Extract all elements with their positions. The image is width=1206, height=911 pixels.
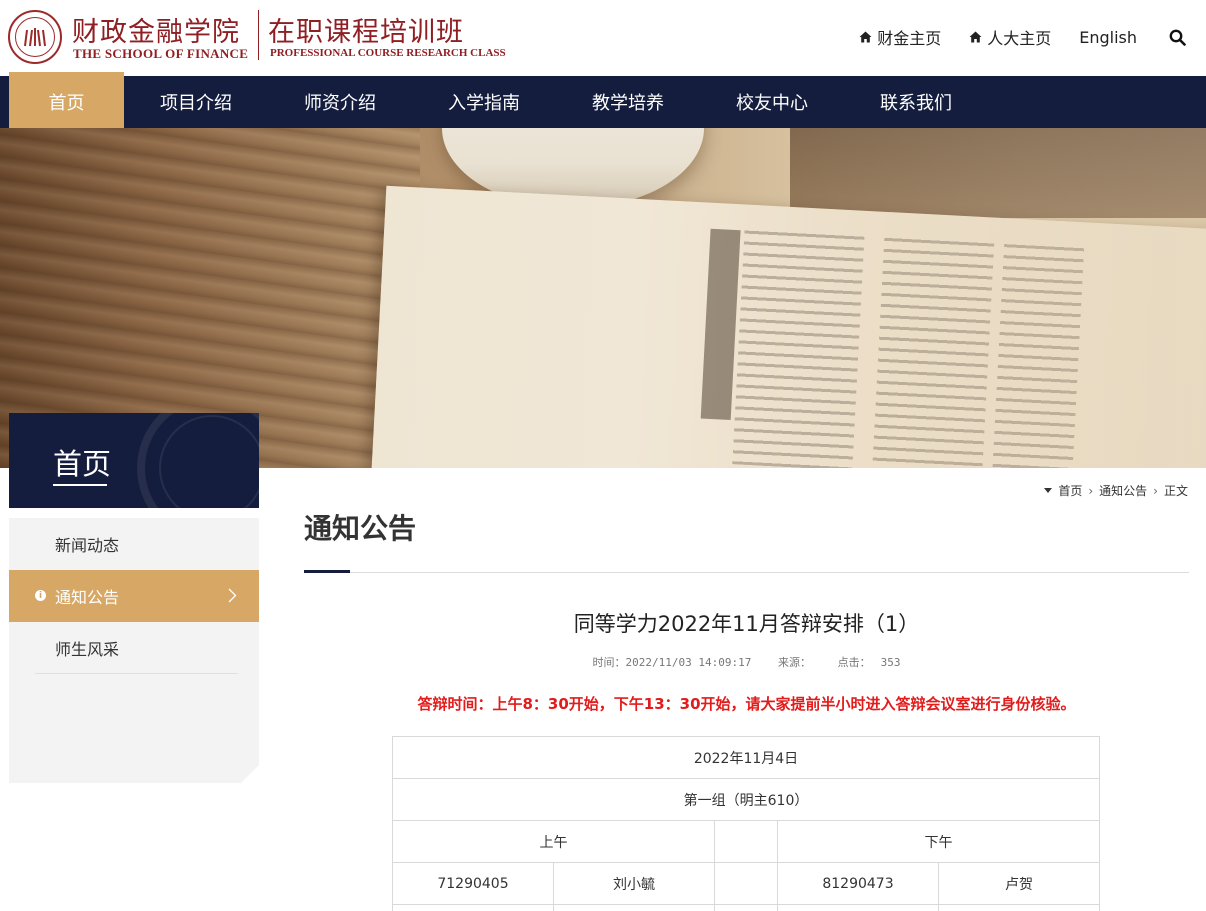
table-row: 71290405 刘小毓 81290473 卢贺 — [392, 862, 1100, 905]
nav-item-teaching[interactable]: 教学培养 — [556, 76, 700, 128]
program-name-en[interactable]: PROFESSIONAL COURSE RESEARCH CLASS — [270, 47, 506, 59]
sidebar-corner-cut — [241, 765, 259, 783]
sidebar-menu: 新闻动态 i 通知公告 师生风采 — [9, 518, 259, 783]
sidebar-item-gallery[interactable]: 师生风采 — [9, 622, 259, 674]
sidebar-title: 首页 — [53, 447, 112, 481]
article-time: 时间：2022/11/03 14:09:17 — [592, 656, 752, 669]
sidebar-item-notices[interactable]: i 通知公告 — [9, 570, 259, 622]
search-button[interactable] — [1169, 29, 1186, 46]
ruc-home-label: 人大主页 — [987, 29, 1052, 48]
chevron-right-icon — [228, 588, 237, 607]
top-links: 财金主页 人大主页 English — [831, 25, 1186, 49]
empty-cell — [714, 862, 778, 905]
caret-down-icon — [1044, 488, 1053, 493]
table-cell — [553, 904, 715, 911]
empty-cell — [714, 820, 778, 863]
table-row: 第一组（明主610） — [392, 778, 1100, 821]
sidebar-item-label: 通知公告 — [55, 588, 120, 607]
nav-items: 首页 项目介绍 师资介绍 入学指南 教学培养 校友中心 联系我们 — [9, 72, 988, 128]
sidebar-divider — [35, 673, 238, 674]
table-row: 2022年11月4日 — [392, 736, 1100, 779]
table-row: 上午 下午 — [392, 820, 1100, 863]
afternoon-student-id: 81290473 — [777, 862, 939, 905]
table-cell — [777, 904, 939, 911]
program-name-cn[interactable]: 在职课程培训班 — [268, 10, 464, 49]
nav-item-alumni[interactable]: 校友中心 — [700, 76, 844, 128]
table-cell — [714, 904, 778, 911]
sidebar-item-label: 师生风采 — [55, 640, 120, 659]
breadcrumb-separator: › — [1153, 483, 1158, 498]
breadcrumb-separator: › — [1088, 483, 1094, 498]
home-icon — [969, 28, 982, 47]
nav-item-program-intro[interactable]: 项目介绍 — [124, 76, 268, 128]
defense-time-notice: 答辩时间：上午8：30开始，下午13：30开始，请大家提前半小时进入答辩会议室进… — [417, 695, 1076, 713]
afternoon-student-name: 卢贺 — [938, 862, 1100, 905]
morning-header: 上午 — [392, 820, 715, 863]
section-divider — [304, 572, 1189, 573]
main-nav: 首页 项目介绍 师资介绍 入学指南 教学培养 校友中心 联系我们 — [0, 72, 1206, 128]
article-clicks: 353 — [880, 656, 901, 669]
ruc-home-link[interactable]: 人大主页 — [969, 25, 1051, 49]
schedule-date: 2022年11月4日 — [392, 736, 1100, 779]
finance-home-label: 财金主页 — [877, 29, 942, 48]
search-icon — [1169, 29, 1186, 46]
morning-student-id: 71290405 — [392, 862, 554, 905]
home-icon — [859, 28, 872, 47]
table-cell — [938, 904, 1100, 911]
sidebar-item-label: 新闻动态 — [55, 536, 120, 555]
defense-schedule-table: 2022年11月4日 第一组（明主610） 上午 下午 71290405 刘小毓… — [392, 736, 1100, 911]
english-link[interactable]: English — [1079, 28, 1137, 47]
breadcrumb-notices[interactable]: 通知公告 — [1099, 482, 1147, 499]
breadcrumb-home[interactable]: 首页 — [1058, 482, 1082, 499]
schedule-group: 第一组（明主610） — [392, 778, 1100, 821]
logo-divider — [258, 10, 259, 60]
sidebar-item-news[interactable]: 新闻动态 — [9, 518, 259, 570]
nav-item-contact[interactable]: 联系我们 — [844, 76, 988, 128]
info-icon: i — [35, 590, 46, 601]
section-title: 通知公告 — [304, 512, 417, 545]
afternoon-header: 下午 — [777, 820, 1100, 863]
morning-student-name: 刘小毓 — [553, 862, 715, 905]
article-source: 来源： — [777, 656, 811, 669]
seal-emblem-icon — [24, 28, 46, 47]
school-name-cn[interactable]: 财政金融学院 — [72, 10, 240, 49]
nav-item-faculty[interactable]: 师资介绍 — [268, 76, 412, 128]
site-header: 财政金融学院 THE SCHOOL OF FINANCE 在职课程培训班 PRO… — [0, 0, 1206, 76]
breadcrumb: 首页 › 通知公告 › 正文 — [1044, 482, 1188, 499]
article-meta: 时间：2022/11/03 14:09:17 来源： 点击： 353 — [304, 654, 1189, 670]
sidebar-title-box: 首页 — [9, 413, 259, 508]
sidebar-title-underline — [53, 484, 107, 486]
table-row — [392, 904, 1100, 911]
article-clicks-label: 点击： — [837, 656, 871, 669]
nav-item-home[interactable]: 首页 — [9, 72, 124, 128]
seal-inner-ring — [15, 17, 55, 57]
university-seal-logo[interactable] — [8, 10, 62, 64]
section-divider-accent — [304, 570, 350, 573]
article-title: 同等学力2022年11月答辩安排（1） — [573, 612, 920, 636]
table-cell — [392, 904, 554, 911]
school-name-en[interactable]: THE SCHOOL OF FINANCE — [73, 46, 248, 62]
breadcrumb-current: 正文 — [1163, 484, 1188, 498]
nav-item-admissions[interactable]: 入学指南 — [412, 76, 556, 128]
finance-home-link[interactable]: 财金主页 — [859, 25, 941, 49]
